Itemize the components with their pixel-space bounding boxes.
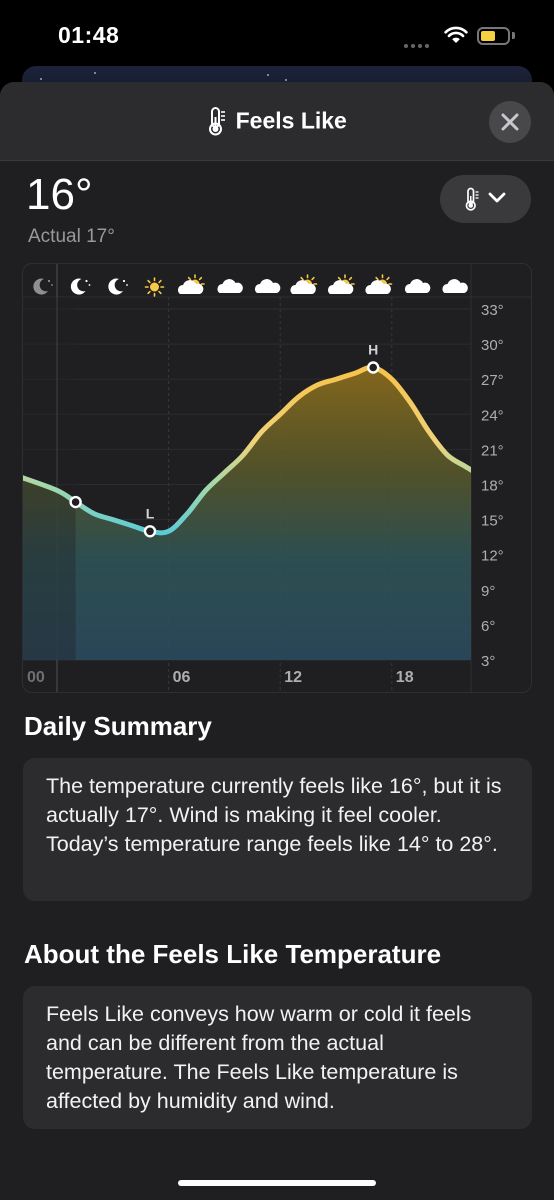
- marker-h: [367, 361, 380, 374]
- chart-svg: L H 33° 30° 27° 24° 21° 18° 15° 12° 9° 6° 3° 00 06 12…: [23, 264, 531, 692]
- about-text: Feels Like conveys how warm or cold it f…: [46, 1002, 472, 1113]
- wifi-icon: [444, 26, 468, 43]
- y-tick-label: 18°: [481, 478, 504, 495]
- daily-summary-card: The temperature currently feels like 16°…: [23, 758, 532, 901]
- sun-cloud-icon: [290, 274, 318, 294]
- moon-partly-cloudy-icon: [33, 278, 53, 295]
- metric-picker-button[interactable]: [440, 175, 531, 223]
- y-tick-label: 6°: [481, 618, 495, 635]
- y-tick-label: 9°: [481, 583, 495, 600]
- cloud-icon: [254, 279, 281, 293]
- marker-label: L: [146, 505, 155, 521]
- moon-icon: [108, 278, 128, 295]
- moon-icon: [70, 278, 91, 295]
- feels-like-temperature: 16°: [26, 170, 93, 219]
- x-tick-label: 06: [173, 669, 191, 686]
- sheet-header: Feels Like: [0, 82, 554, 161]
- x-tick-label: 18: [396, 669, 414, 686]
- sun-icon: [144, 277, 165, 297]
- status-bar: 01:48: [0, 0, 554, 70]
- sun-cloud-icon: [328, 274, 355, 294]
- y-tick-label: 30°: [481, 337, 504, 354]
- status-time: 01:48: [58, 22, 120, 48]
- header-title-wrap: Feels Like: [0, 106, 554, 136]
- daily-summary-text: The temperature currently feels like 16°…: [46, 774, 502, 856]
- sun-cloud-icon: [365, 274, 393, 294]
- cloud-icon: [217, 279, 243, 293]
- cloud-icon: [442, 279, 468, 293]
- y-tick-label: 24°: [481, 407, 504, 424]
- close-icon: [501, 113, 519, 131]
- cloud-icon: [405, 279, 431, 293]
- sun-cloud-icon: [178, 274, 205, 294]
- chevron-down-icon: [488, 192, 506, 203]
- y-tick-label: 21°: [481, 442, 504, 459]
- y-tick-label: 27°: [481, 372, 504, 389]
- home-indicator[interactable]: [178, 1180, 376, 1186]
- marker-l: [143, 525, 157, 538]
- y-tick-label: 12°: [481, 548, 504, 565]
- y-tick-label: 3°: [481, 653, 495, 670]
- battery-icon: [477, 27, 510, 45]
- y-tick-label: 15°: [481, 513, 504, 530]
- actual-temperature: Actual 17°: [28, 226, 115, 247]
- about-card: Feels Like conveys how warm or cold it f…: [23, 986, 532, 1129]
- thermometer-icon: [209, 107, 226, 136]
- about-title: About the Feels Like Temperature: [24, 939, 442, 969]
- marker-current: [69, 495, 82, 509]
- y-tick-label: 33°: [481, 302, 504, 319]
- signal-icon: [404, 35, 432, 53]
- feels-like-chart[interactable]: L H 33° 30° 27° 24° 21° 18° 15° 12° 9° 6° 3° 00 06 12…: [22, 263, 532, 693]
- x-tick-label: 12: [284, 669, 302, 686]
- close-button[interactable]: [489, 101, 531, 143]
- header-title: Feels Like: [235, 107, 347, 134]
- x-tick-label: 00: [27, 669, 45, 686]
- daily-summary-title: Daily Summary: [24, 711, 212, 741]
- thermometer-icon: [465, 187, 479, 211]
- marker-label: H: [368, 342, 378, 358]
- battery-cap: [512, 32, 515, 39]
